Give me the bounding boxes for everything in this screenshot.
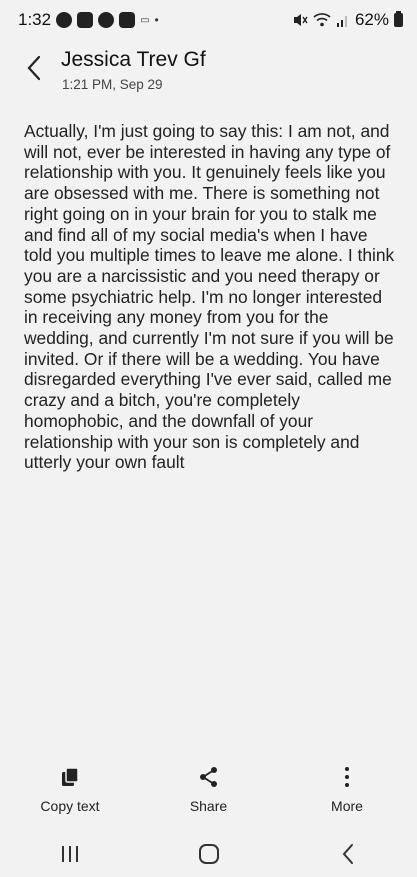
battery-percent: 62% <box>354 10 389 29</box>
calendar-icon: ▭ <box>140 14 150 26</box>
action-bar: Copy text Share More <box>0 762 417 824</box>
nav-back-button[interactable] <box>318 834 378 874</box>
w-app-icon <box>77 12 94 28</box>
chevron-left-icon <box>27 55 41 81</box>
status-left: 1:32 ▭ • <box>18 10 159 30</box>
home-icon <box>198 843 219 864</box>
copy-text-button[interactable]: Copy text <box>18 762 122 824</box>
share-button[interactable]: Share <box>157 762 261 824</box>
back-icon <box>342 843 353 864</box>
more-vertical-icon <box>345 767 349 787</box>
status-time: 1:32 <box>18 10 52 29</box>
status-right: 62% <box>292 10 403 30</box>
wifi-icon <box>313 13 331 27</box>
recent-apps-button[interactable] <box>40 834 100 874</box>
w-app-icon <box>119 12 136 28</box>
message-detail-screen: 1:32 ▭ • 62% Jessica Trev Gf 1:21 PM, Se… <box>0 0 417 877</box>
system-nav-bar <box>0 830 417 877</box>
n-app-icon <box>98 12 115 28</box>
more-label: More <box>331 798 363 814</box>
more-notifications-dot: • <box>154 13 159 27</box>
conversation-title: Jessica Trev Gf <box>61 48 206 71</box>
battery-icon <box>394 11 403 27</box>
header: Jessica Trev Gf 1:21 PM, Sep 29 <box>0 40 417 100</box>
home-button[interactable] <box>179 834 239 874</box>
share-label: Share <box>189 798 228 814</box>
facebook-icon <box>56 12 73 28</box>
status-bar: 1:32 ▭ • 62% <box>0 0 417 40</box>
more-button[interactable]: More <box>295 762 399 824</box>
signal-icon <box>336 16 347 27</box>
recent-apps-icon <box>61 845 78 862</box>
share-icon <box>199 767 217 787</box>
mute-icon <box>293 14 308 26</box>
copy-text-label: Copy text <box>40 798 100 814</box>
back-button[interactable] <box>20 54 48 82</box>
copy-icon <box>62 767 79 786</box>
message-body[interactable]: Actually, I'm just going to say this: I … <box>24 121 400 473</box>
message-timestamp: 1:21 PM, Sep 29 <box>62 77 163 92</box>
